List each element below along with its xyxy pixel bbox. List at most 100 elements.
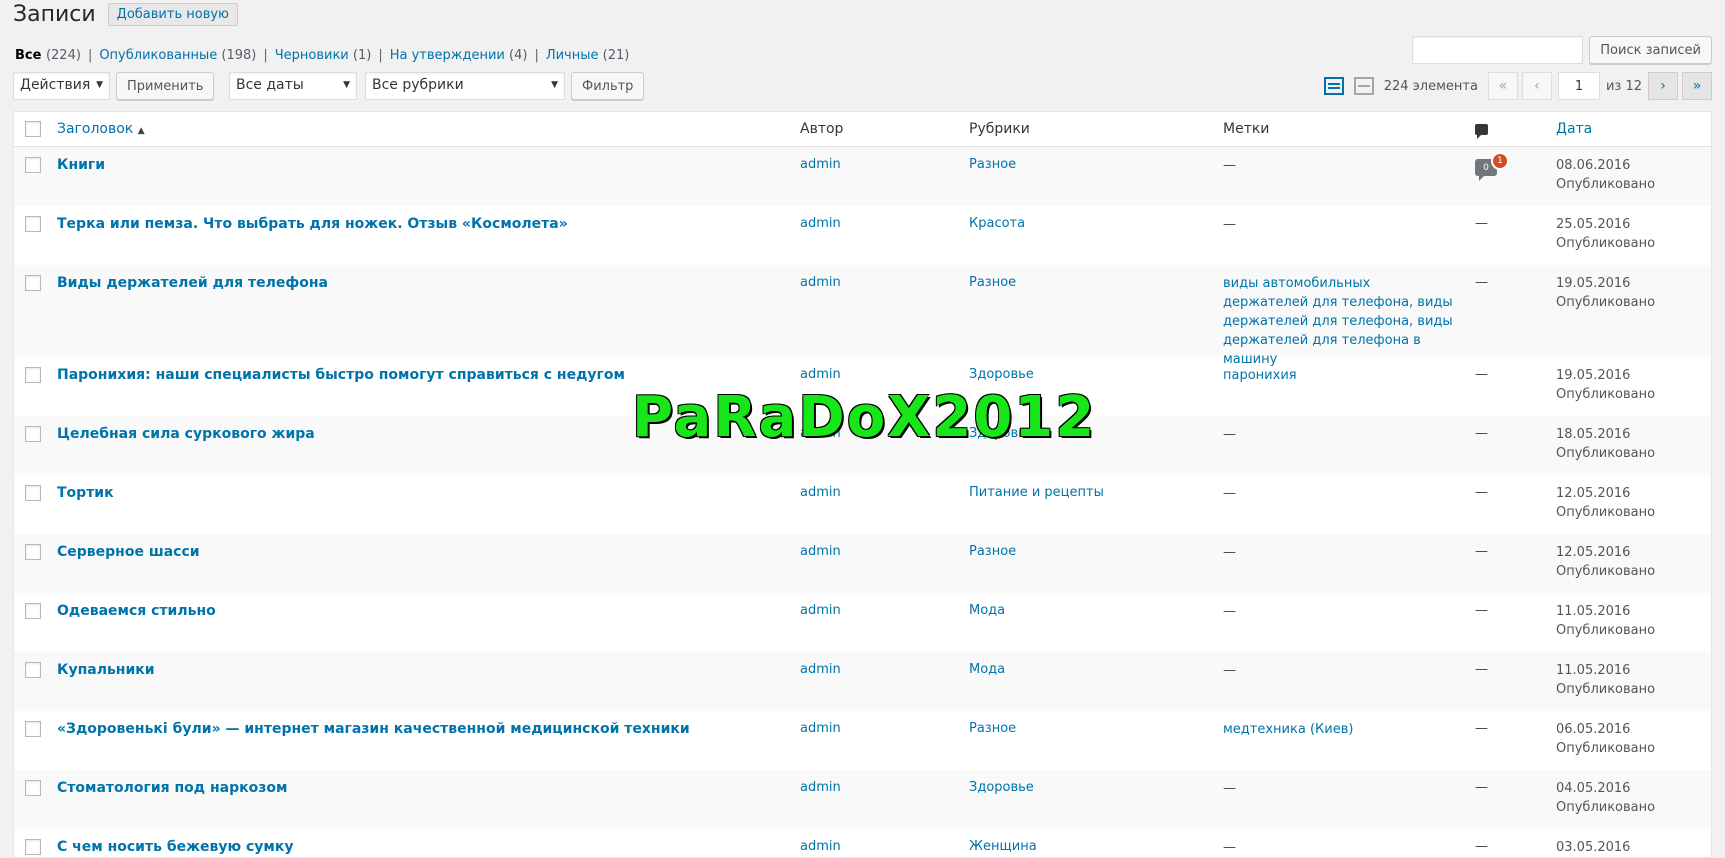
category-link[interactable]: Здоровье bbox=[969, 367, 1034, 382]
row-checkbox[interactable] bbox=[25, 275, 41, 291]
comments-cell: — bbox=[1475, 216, 1488, 231]
post-status: Опубликовано bbox=[1556, 236, 1656, 251]
author-link[interactable]: admin bbox=[800, 603, 841, 618]
row-checkbox[interactable] bbox=[25, 485, 41, 501]
row-checkbox[interactable] bbox=[25, 721, 41, 737]
author-link[interactable]: admin bbox=[800, 216, 841, 231]
category-link[interactable]: Здоровье bbox=[969, 780, 1034, 795]
apply-button[interactable]: Применить bbox=[116, 72, 215, 100]
excerpt-view-icon[interactable] bbox=[1353, 77, 1374, 95]
author-link[interactable]: admin bbox=[800, 780, 841, 795]
post-status: Опубликовано bbox=[1556, 564, 1656, 579]
author-link[interactable]: admin bbox=[800, 275, 841, 290]
post-title-link[interactable]: Паронихия: наши специалисты быстро помог… bbox=[57, 367, 625, 383]
post-date: 19.05.2016 bbox=[1556, 368, 1631, 383]
post-title-link[interactable]: Стоматология под наркозом bbox=[57, 780, 287, 796]
author-link[interactable]: admin bbox=[800, 839, 841, 854]
column-title-sort[interactable]: Заголовок ▲ bbox=[57, 121, 145, 137]
tags-cell: — bbox=[1223, 158, 1236, 173]
search-button[interactable]: Поиск записей bbox=[1589, 36, 1712, 64]
post-title-link[interactable]: С чем носить бежевую сумку bbox=[57, 839, 293, 855]
comments-cell: — bbox=[1475, 721, 1488, 736]
author-link[interactable]: admin bbox=[800, 662, 841, 677]
date-cell: 03.05.2016Опубликовано bbox=[1556, 838, 1655, 857]
author-link[interactable]: admin bbox=[800, 485, 841, 500]
select-all-checkbox[interactable] bbox=[25, 121, 41, 137]
filter-button[interactable]: Фильтр bbox=[571, 72, 645, 100]
post-title-link[interactable]: Серверное шасси bbox=[57, 544, 200, 560]
category-link[interactable]: Женщина bbox=[969, 839, 1037, 854]
filter-drafts[interactable]: Черновики (1) bbox=[275, 48, 372, 63]
pending-comments-badge[interactable]: 1 bbox=[1491, 152, 1509, 170]
table-row: Купальники admin Мода — — 11.05.2016 Опубликов… bbox=[14, 652, 1711, 711]
first-page-button[interactable]: « bbox=[1487, 72, 1518, 100]
search-input[interactable] bbox=[1412, 36, 1584, 64]
post-title-link[interactable]: Купальники bbox=[57, 662, 155, 678]
author-link[interactable]: admin bbox=[800, 157, 841, 172]
tags-cell[interactable]: медтехника (Киев) bbox=[1223, 720, 1455, 739]
comments-cell: — bbox=[1475, 426, 1488, 441]
category-link[interactable]: Разное bbox=[969, 275, 1016, 290]
date-cell: 18.05.2016 Опубликовано bbox=[1556, 425, 1655, 463]
category-link[interactable]: Мода bbox=[969, 662, 1005, 677]
author-link[interactable]: admin bbox=[800, 544, 841, 559]
post-title-link[interactable]: Терка или пемза. Что выбрать для ножек. … bbox=[57, 216, 568, 232]
tags-cell[interactable]: виды автомобильных держателей для телефо… bbox=[1223, 274, 1455, 369]
post-status: Опубликовано bbox=[1556, 741, 1656, 756]
list-view-icon[interactable] bbox=[1323, 77, 1344, 95]
category-filter-select[interactable]: Все рубрики ▼ bbox=[365, 72, 565, 100]
post-title-link[interactable]: Книги bbox=[57, 157, 105, 173]
search-box: Поиск записей bbox=[1412, 36, 1712, 64]
total-pages: из 12 bbox=[1605, 78, 1642, 94]
next-page-button[interactable]: › bbox=[1648, 72, 1678, 100]
last-page-button[interactable]: » bbox=[1682, 72, 1712, 100]
tags-cell: — bbox=[1223, 545, 1236, 560]
comments-cell: — bbox=[1475, 367, 1488, 382]
post-status: Опубликовано bbox=[1556, 387, 1656, 402]
tags-cell: — bbox=[1223, 486, 1236, 501]
post-title-link[interactable]: «Здоровенькі були» — интернет магазин ка… bbox=[57, 721, 690, 737]
post-status: Опубликовано bbox=[1556, 682, 1656, 697]
row-checkbox[interactable] bbox=[25, 603, 41, 619]
row-checkbox[interactable] bbox=[25, 157, 41, 173]
filter-private[interactable]: Личные (21) bbox=[546, 48, 630, 63]
row-checkbox[interactable] bbox=[25, 780, 41, 796]
filter-published[interactable]: Опубликованные (198) bbox=[99, 48, 256, 63]
post-title-link[interactable]: Тортик bbox=[57, 485, 114, 501]
add-new-button[interactable]: Добавить новую bbox=[107, 3, 238, 26]
tags-cell[interactable]: паронихия bbox=[1223, 366, 1455, 385]
row-checkbox[interactable] bbox=[25, 367, 41, 383]
post-title-link[interactable]: Целебная сила суркового жира bbox=[57, 426, 315, 442]
row-checkbox[interactable] bbox=[25, 839, 41, 855]
date-cell: 12.05.2016 Опубликовано bbox=[1556, 543, 1655, 581]
filter-pending[interactable]: На утверждении (4) bbox=[390, 48, 528, 63]
post-title-link[interactable]: Одеваемся стильно bbox=[57, 603, 216, 619]
category-link[interactable]: Разное bbox=[969, 157, 1016, 172]
row-checkbox[interactable] bbox=[25, 426, 41, 442]
category-link[interactable]: Питание и рецепты bbox=[969, 485, 1104, 500]
comments-icon bbox=[1475, 124, 1488, 139]
tags-cell: — bbox=[1223, 781, 1236, 796]
row-checkbox[interactable] bbox=[25, 544, 41, 560]
row-checkbox[interactable] bbox=[25, 662, 41, 678]
column-author: Автор bbox=[800, 121, 844, 137]
column-categories: Рубрики bbox=[969, 121, 1030, 137]
date-filter-select[interactable]: Все даты ▼ bbox=[229, 72, 357, 100]
author-link[interactable]: admin bbox=[800, 721, 841, 736]
category-link[interactable]: Мода bbox=[969, 603, 1005, 618]
comments-cell: — bbox=[1475, 275, 1488, 290]
bulk-actions-select[interactable]: Действия ▼ bbox=[13, 72, 110, 100]
category-link[interactable]: Разное bbox=[969, 721, 1016, 736]
post-title-link[interactable]: Виды держателей для телефона bbox=[57, 275, 328, 291]
column-date-sort[interactable]: Дата bbox=[1556, 121, 1592, 137]
row-checkbox[interactable] bbox=[25, 216, 41, 232]
category-link[interactable]: Красота bbox=[969, 216, 1025, 231]
pagination: 224 элемента « ‹ 1 из 12 › » bbox=[1323, 72, 1712, 100]
author-link[interactable]: admin bbox=[800, 367, 841, 382]
post-date: 03.05.2016 bbox=[1556, 840, 1631, 855]
filter-all[interactable]: Все (224) bbox=[15, 48, 81, 63]
prev-page-button[interactable]: ‹ bbox=[1521, 72, 1552, 100]
category-link[interactable]: Разное bbox=[969, 544, 1016, 559]
post-status: Опубликовано bbox=[1556, 177, 1656, 192]
current-page-input[interactable]: 1 bbox=[1557, 72, 1600, 100]
